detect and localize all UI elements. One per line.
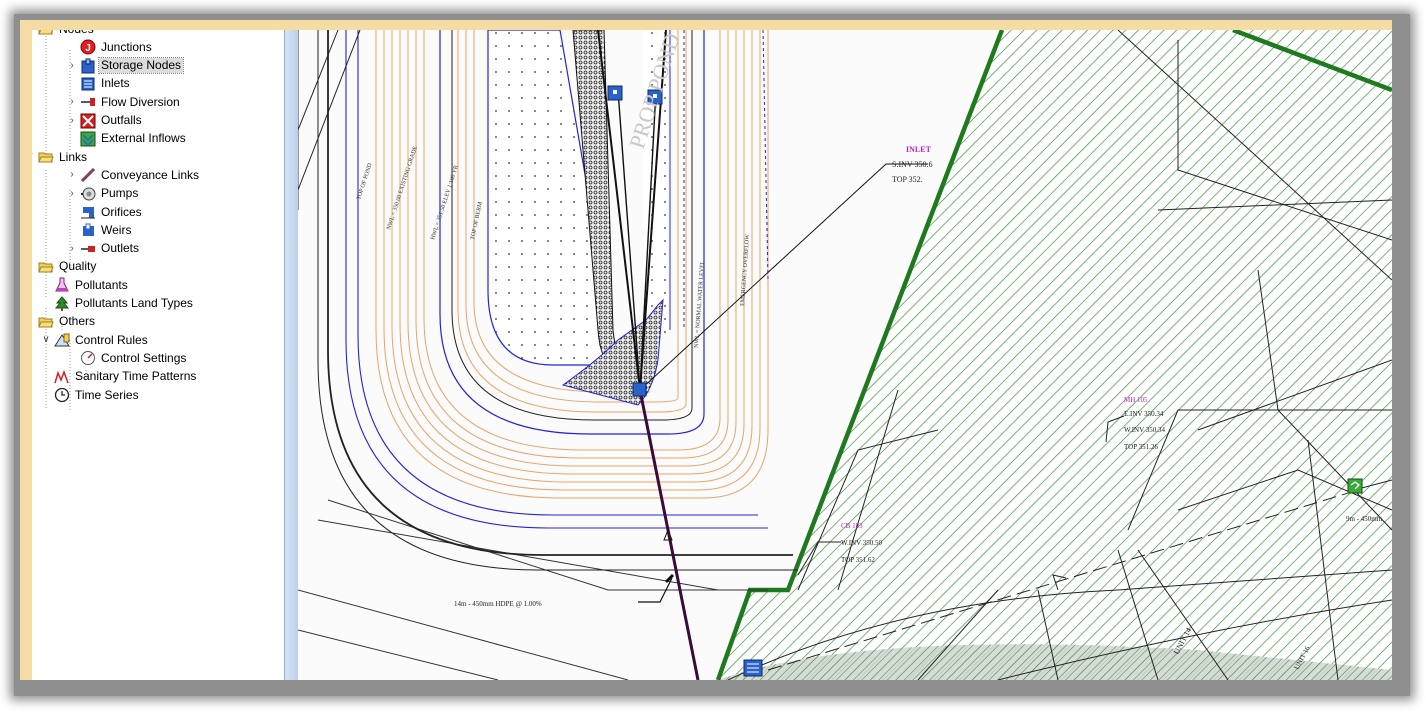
- inlet-top: TOP 352.: [892, 175, 923, 184]
- inlet-invert: S.INV 350.6: [892, 160, 933, 169]
- tree-item-storage-nodes[interactable]: Storage Nodes: [80, 57, 185, 75]
- flask-icon: [54, 277, 70, 293]
- tree-item-weirs[interactable]: Weirs: [80, 221, 133, 239]
- bank-label-4: TOP OF BERM: [470, 201, 484, 241]
- tree-item-label: Sanitary Time Patterns: [75, 369, 197, 384]
- tree-item-label: Inlets: [101, 76, 130, 91]
- outlet-icon: [80, 241, 96, 257]
- tree-item-label: Time Series: [75, 387, 139, 402]
- gauge-icon: [80, 350, 96, 366]
- tree-item-links[interactable]: Links: [38, 148, 89, 166]
- mh-w-invert: W.INV 350.34: [1124, 426, 1166, 434]
- tree-item-others[interactable]: Others: [38, 313, 97, 331]
- conveyance-link-icon: [80, 167, 96, 183]
- mh-e-invert: E.INV 350.34: [1124, 410, 1164, 418]
- tree-item-label: Control Rules: [75, 332, 148, 347]
- tree-item-label: Links: [59, 149, 88, 164]
- tree-item-label: Junctions: [101, 39, 152, 54]
- expander-toggle-9[interactable]: ›: [66, 188, 78, 200]
- tree-item-label: Nodes: [57, 30, 96, 37]
- tree-item-label: Weirs: [101, 222, 132, 237]
- tree-item-quality[interactable]: Quality: [38, 258, 98, 276]
- expander-toggle-5[interactable]: ›: [66, 115, 78, 127]
- tree-item-label: Orifices: [101, 204, 142, 219]
- tree-item-label: Outlets: [101, 241, 140, 256]
- cb-invert: W.INV 350.50: [841, 539, 883, 547]
- bank-label-3: HWL = 351.50 ELEV 1:100 YR: [430, 165, 460, 241]
- control-rules-icon: [54, 332, 70, 348]
- tree-item-pollutants-land-types[interactable]: Pollutants Land Types: [54, 295, 195, 313]
- tree-item-control-rules[interactable]: Control Rules: [54, 331, 150, 349]
- expander-toggle-4[interactable]: ›: [66, 96, 78, 108]
- tree-item-inlets[interactable]: Inlets: [80, 75, 132, 93]
- tree-item-label: Control Settings: [101, 350, 187, 365]
- tree-item-label: Pumps: [101, 186, 139, 201]
- tree-item-label: Conveyance Links: [101, 167, 200, 182]
- tree-item-flow-diversion[interactable]: Flow Diversion: [80, 93, 182, 111]
- mh-top: TOP 351.26: [1124, 443, 1158, 451]
- bank-label-6: EMERGENCY OVERFLOW: [740, 234, 751, 307]
- tree-item-label: Pollutants Land Types: [75, 296, 193, 310]
- mh-title: MH 105: [1124, 396, 1148, 404]
- time-pattern-icon: [54, 369, 70, 385]
- folder-open-icon: [38, 30, 54, 37]
- tree-item-label: Flow Diversion: [101, 94, 180, 109]
- svg-text:J: J: [85, 43, 91, 54]
- tree-icon: [54, 295, 70, 312]
- tree-item-control-settings[interactable]: Control Settings: [80, 349, 188, 367]
- inlet-title: INLET: [906, 145, 932, 154]
- cb-top: TOP 351.62: [841, 556, 875, 564]
- green-zone: [715, 30, 1392, 680]
- plan-view-map[interactable]: PROP POND INLET S.INV 350.6 TOP 352. MH …: [298, 30, 1392, 680]
- cb-title: CB 103: [841, 522, 863, 530]
- folder-open-icon: [38, 259, 54, 275]
- pipe-label: 14m - 450mm HDPE @ 1.00%: [454, 600, 542, 608]
- expander-toggle-12[interactable]: ›: [66, 243, 78, 255]
- tree-item-orifices[interactable]: Orifices: [80, 203, 144, 221]
- flow-diversion-icon: [80, 94, 96, 110]
- tree-item-junctions[interactable]: J Junctions: [80, 38, 154, 56]
- bank-label-2: NWL = 350.00 EXISTING GRADE: [386, 145, 419, 231]
- tree-item-label: Quality: [59, 259, 97, 274]
- storage-node-3[interactable]: [632, 382, 647, 397]
- expander-toggle-8[interactable]: ›: [66, 169, 78, 181]
- model-tree-panel[interactable]: ∨ Nodes J Junctions › Storage NodesInlets › Flo…: [32, 30, 285, 680]
- external-inflows-icon: [80, 131, 96, 147]
- expander-toggle-2[interactable]: ›: [66, 60, 78, 72]
- tree-item-pollutants[interactable]: Pollutants: [54, 276, 130, 294]
- expander-toggle-7[interactable]: ∨: [32, 151, 36, 163]
- tree-item-conveyance-links[interactable]: Conveyance Links: [80, 166, 201, 184]
- pond-contours: [298, 30, 798, 571]
- tree-item-label: External Inflows: [101, 131, 186, 146]
- inlet-icon: [80, 76, 96, 92]
- tree-item-label: Pollutants: [75, 277, 128, 292]
- panel-splitter[interactable]: [284, 30, 299, 680]
- outfall-node[interactable]: [1347, 478, 1363, 494]
- orifice-icon: [80, 204, 96, 220]
- expander-toggle-0[interactable]: ∨: [32, 30, 36, 35]
- tree-item-label: Storage Nodes: [97, 57, 185, 75]
- tree-item-sanitary-time-patterns[interactable]: Sanitary Time Patterns: [54, 368, 198, 386]
- folder-open-icon: [38, 314, 54, 330]
- tree-item-time-series[interactable]: Time Series: [54, 386, 141, 404]
- tree-item-outlets[interactable]: Outlets: [80, 240, 141, 258]
- tree-item-nodes[interactable]: Nodes: [38, 30, 96, 38]
- tree-item-label: Others: [59, 314, 96, 329]
- right-pipe-label: 9m - 450mm: [1346, 515, 1383, 523]
- clock-icon: [54, 387, 70, 403]
- tree-item-pumps[interactable]: Pumps: [80, 185, 140, 203]
- storage-node-icon: [80, 58, 96, 74]
- inlet-node[interactable]: [743, 659, 763, 677]
- weir-icon: [80, 222, 96, 238]
- folder-open-icon: [38, 149, 54, 165]
- expander-toggle-17[interactable]: ∨: [40, 334, 52, 346]
- tree-item-outfalls[interactable]: Outfalls: [80, 112, 144, 130]
- tree-item-external-inflows[interactable]: External Inflows: [80, 130, 188, 148]
- outfall-icon: [80, 113, 96, 129]
- tree-item-label: Outfalls: [101, 113, 142, 127]
- bank-label-1: TOP OF POND: [356, 162, 374, 201]
- junction-icon: J: [80, 39, 96, 55]
- storage-node-1[interactable]: [607, 85, 623, 101]
- pump-icon: [80, 186, 96, 202]
